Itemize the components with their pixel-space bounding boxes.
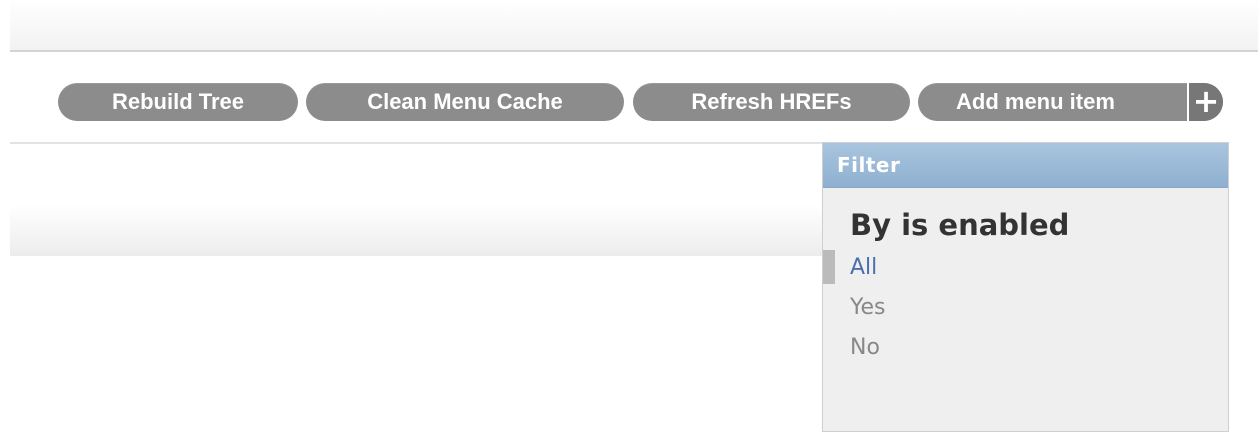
changelist-header: [10, 142, 823, 256]
rebuild-tree-button[interactable]: Rebuild Tree: [58, 83, 298, 121]
filter-option-label: No: [850, 335, 880, 360]
filter-heading: By is enabled: [850, 208, 1070, 242]
filter-option-label: Yes: [850, 295, 886, 320]
filter-option-all[interactable]: All: [823, 248, 1228, 288]
clean-menu-cache-button[interactable]: Clean Menu Cache: [306, 83, 624, 121]
filter-options: All Yes No: [823, 248, 1228, 368]
add-menu-item-button[interactable]: Add menu item +: [918, 83, 1223, 121]
filter-panel: Filter By is enabled All Yes No: [822, 142, 1229, 432]
object-tools: Rebuild Tree Clean Menu Cache Refresh HR…: [0, 83, 1258, 121]
plus-icon: +: [1187, 83, 1223, 121]
refresh-hrefs-button[interactable]: Refresh HREFs: [633, 83, 910, 121]
filter-title: Filter: [823, 143, 1228, 188]
filter-option-yes[interactable]: Yes: [823, 288, 1228, 328]
header-bar: [10, 0, 1258, 52]
selected-marker: [823, 250, 835, 284]
add-menu-item-label: Add menu item: [956, 89, 1115, 114]
filter-option-no[interactable]: No: [823, 328, 1228, 368]
filter-option-label: All: [850, 255, 878, 280]
